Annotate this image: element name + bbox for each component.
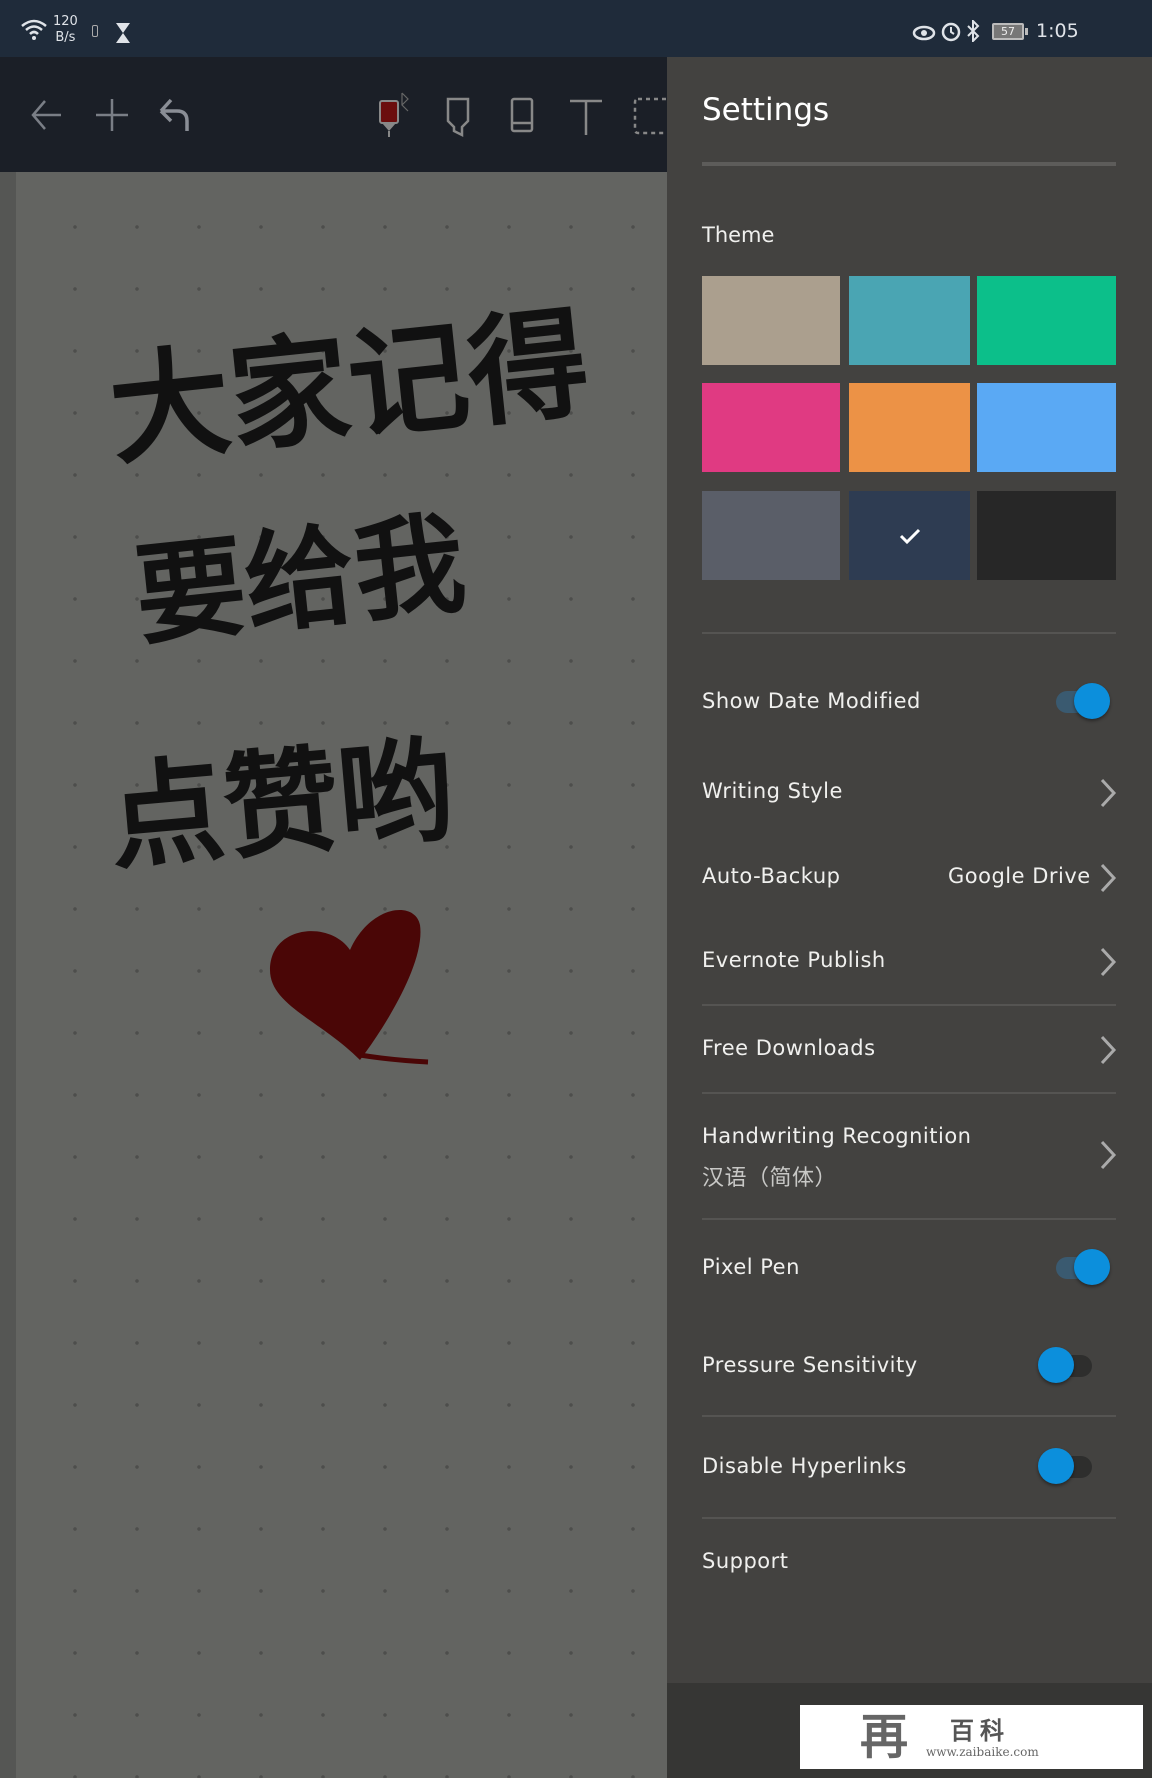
pressure-sensitivity-toggle[interactable] xyxy=(1038,1345,1098,1385)
divider xyxy=(702,1092,1116,1094)
theme-swatch[interactable] xyxy=(977,491,1116,580)
checkmark-icon xyxy=(899,528,920,544)
show-date-label: Show Date Modified xyxy=(702,689,921,713)
eye-comfort-icon xyxy=(912,25,936,41)
wifi-icon xyxy=(21,19,47,40)
chevron-right-icon[interactable] xyxy=(1099,863,1117,893)
battery-tip xyxy=(1025,28,1028,35)
divider xyxy=(702,632,1116,634)
watermark-logo: 再 xyxy=(860,1709,909,1765)
theme-swatch[interactable] xyxy=(702,491,840,580)
divider xyxy=(702,1218,1116,1220)
drawing-canvas[interactable]: 大家记得 要给我 点赞哟 xyxy=(16,172,667,1778)
watermark-url: www.zaibaike.com xyxy=(926,1745,1039,1759)
title-divider xyxy=(702,162,1116,166)
watermark: 再 百科 www.zaibaike.com xyxy=(800,1705,1143,1769)
sim-icon xyxy=(92,25,98,37)
handwriting-language[interactable]: 汉语（简体） xyxy=(702,1160,837,1192)
bluetooth-icon xyxy=(967,20,980,42)
highlighter-icon[interactable] xyxy=(438,87,478,143)
theme-swatch[interactable] xyxy=(977,383,1116,472)
handwriting-line-3: 点赞哟 xyxy=(103,722,460,887)
back-arrow-icon[interactable] xyxy=(27,87,67,143)
settings-panel: Settings Theme Show Date Modified Writin… xyxy=(667,57,1152,1778)
show-date-toggle[interactable] xyxy=(1052,681,1112,721)
undo-icon[interactable] xyxy=(155,87,195,143)
divider xyxy=(702,1415,1116,1417)
battery-icon: 57 xyxy=(992,23,1024,40)
chevron-right-icon[interactable] xyxy=(1099,947,1117,977)
pixel-pen-label: Pixel Pen xyxy=(702,1255,800,1279)
theme-swatch[interactable] xyxy=(702,383,840,472)
evernote-publish-label[interactable]: Evernote Publish xyxy=(702,948,886,972)
writing-style-label[interactable]: Writing Style xyxy=(702,779,843,803)
selection-icon[interactable] xyxy=(632,87,667,143)
text-icon[interactable] xyxy=(566,87,606,143)
theme-swatch[interactable] xyxy=(849,491,970,580)
auto-backup-label[interactable]: Auto-Backup xyxy=(702,864,840,888)
heart-drawing xyxy=(270,910,429,1065)
theme-swatch[interactable] xyxy=(849,276,970,365)
theme-swatch[interactable] xyxy=(702,276,840,365)
net-speed-value: 120 xyxy=(53,14,78,29)
hourglass-icon xyxy=(116,23,130,43)
pixel-pen-toggle[interactable] xyxy=(1052,1247,1112,1287)
theme-swatch[interactable] xyxy=(849,383,970,472)
theme-label: Theme xyxy=(702,223,775,247)
canvas-edge xyxy=(0,172,16,1778)
alarm-icon xyxy=(941,22,961,42)
chevron-right-icon[interactable] xyxy=(1099,1140,1117,1170)
pen-icon[interactable] xyxy=(372,87,412,143)
handwriting-recognition-label[interactable]: Handwriting Recognition xyxy=(702,1124,972,1148)
watermark-brand: 百科 xyxy=(950,1717,1010,1745)
pressure-sensitivity-label: Pressure Sensitivity xyxy=(702,1353,918,1377)
handwriting-line-1: 大家记得 xyxy=(103,292,596,483)
auto-backup-value[interactable]: Google Drive xyxy=(948,864,1091,888)
chevron-right-icon[interactable] xyxy=(1099,778,1117,808)
toolbar xyxy=(0,57,667,172)
support-label[interactable]: Support xyxy=(702,1549,789,1573)
clock: 1:05 xyxy=(1036,20,1079,42)
network-speed: 120 B/s xyxy=(53,14,78,46)
handwriting-line-2: 要给我 xyxy=(129,498,471,661)
chevron-right-icon[interactable] xyxy=(1099,1035,1117,1065)
divider xyxy=(702,1004,1116,1006)
theme-swatch[interactable] xyxy=(977,276,1116,365)
eraser-icon[interactable] xyxy=(502,87,542,143)
free-downloads-label[interactable]: Free Downloads xyxy=(702,1036,876,1060)
net-speed-unit: B/s xyxy=(55,30,76,45)
add-icon[interactable] xyxy=(92,87,132,143)
divider xyxy=(702,1517,1116,1519)
settings-title: Settings xyxy=(702,92,830,128)
disable-hyperlinks-toggle[interactable] xyxy=(1038,1446,1098,1486)
disable-hyperlinks-label: Disable Hyperlinks xyxy=(702,1454,907,1478)
status-bar: 120 B/s 57 1:05 xyxy=(0,0,1152,57)
